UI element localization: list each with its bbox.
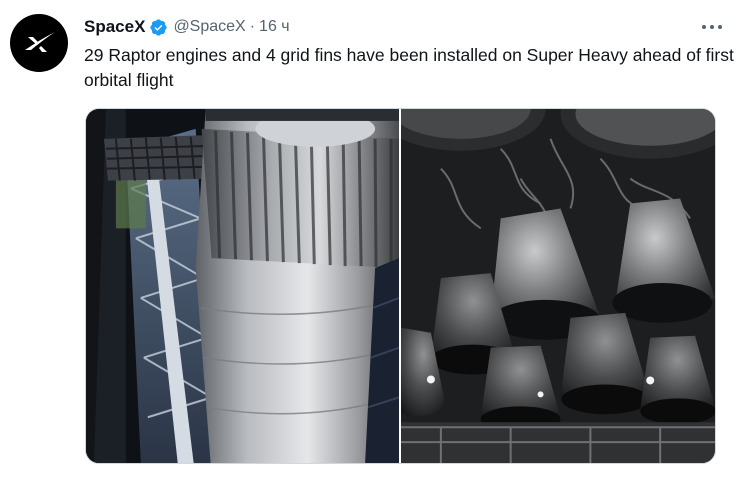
tweet-text: 29 Raptor engines and 4 grid fins have b… (84, 45, 734, 90)
separator-dot: · (249, 18, 256, 35)
more-dot (702, 25, 706, 29)
tweet[interactable]: SpaceX @SpaceX · 16 ч 29 Raptor engines … (0, 0, 751, 477)
engines-photo-image (401, 109, 715, 463)
avatar[interactable] (10, 14, 68, 72)
photo-engines[interactable] (401, 109, 715, 463)
more-dot (718, 25, 722, 29)
spacex-logo-icon (25, 32, 55, 52)
timestamp[interactable]: 16 ч (259, 18, 290, 36)
photo-booster[interactable] (86, 109, 399, 463)
tweet-media (85, 108, 716, 464)
author-handle[interactable]: @SpaceX (173, 18, 245, 36)
booster-photo-image (86, 109, 399, 463)
tweet-header: SpaceX @SpaceX · 16 ч (84, 15, 290, 39)
author-name[interactable]: SpaceX (84, 17, 145, 37)
more-options-icon[interactable] (695, 15, 729, 39)
more-dot (710, 25, 714, 29)
verified-badge-icon (150, 18, 168, 36)
